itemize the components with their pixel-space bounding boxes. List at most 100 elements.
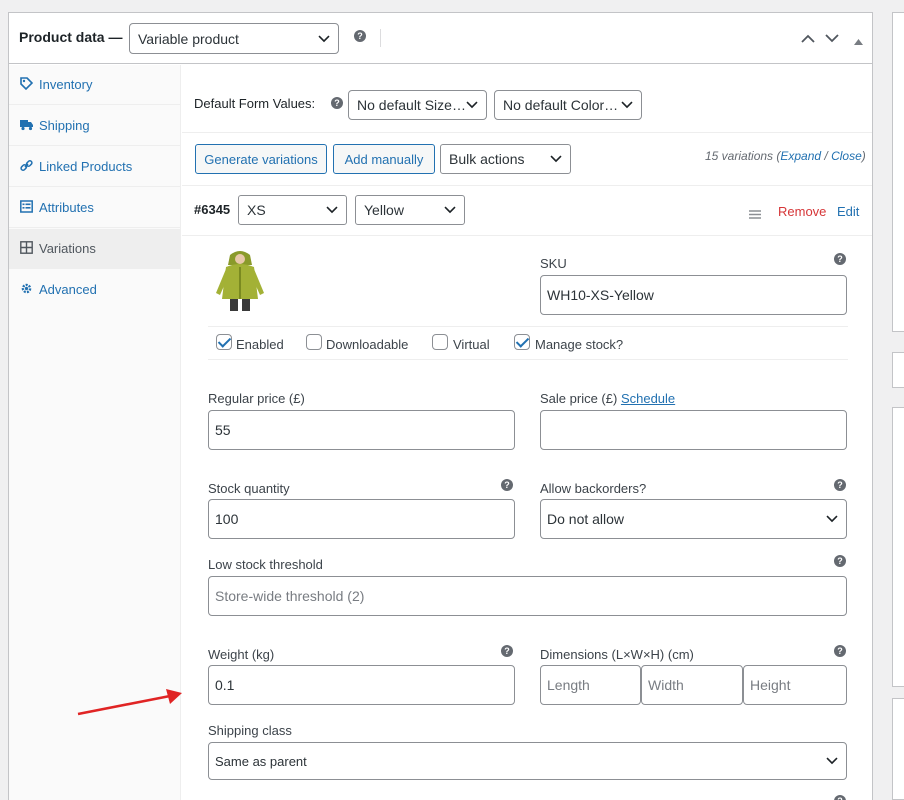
divider: [182, 235, 872, 236]
shipping-class-value: Same as parent: [215, 753, 307, 769]
variations-count: 15 variations (Expand / Close): [705, 149, 866, 163]
chevron-down-icon: [826, 757, 838, 765]
default-form-values-label: Default Form Values:: [194, 96, 316, 111]
help-icon[interactable]: ?: [834, 253, 846, 265]
chevron-down-icon: [621, 101, 633, 109]
remove-variation-link[interactable]: Remove: [778, 204, 826, 219]
tab-linked-products[interactable]: Linked Products: [9, 147, 181, 187]
help-icon[interactable]: ?: [834, 479, 846, 491]
backorders-select[interactable]: Do not allow: [540, 499, 847, 539]
help-icon[interactable]: ?: [834, 795, 846, 800]
tab-shipping[interactable]: Shipping: [9, 106, 181, 146]
low-stock-input[interactable]: Store-wide threshold (2): [208, 576, 847, 616]
schedule-link[interactable]: Schedule: [621, 391, 675, 406]
chevron-down-icon: [466, 101, 478, 109]
product-type-value: Variable product: [138, 30, 239, 47]
sale-price-input[interactable]: [540, 410, 847, 450]
product-type-select[interactable]: Variable product: [129, 23, 339, 54]
move-down-icon[interactable]: [825, 31, 839, 46]
annotation-arrow-icon: [77, 689, 182, 716]
help-icon[interactable]: ?: [501, 645, 513, 657]
product-data-panel: Product data — Variable product ? Invent…: [8, 12, 873, 800]
edit-variation-link[interactable]: Edit: [837, 204, 859, 219]
downloadable-checkbox[interactable]: [306, 334, 322, 350]
sku-label: SKU: [540, 256, 567, 271]
bulk-actions-value: Bulk actions: [449, 151, 525, 167]
stock-quantity-input[interactable]: 100: [208, 499, 515, 539]
shipping-class-label: Shipping class: [208, 723, 292, 738]
expand-link[interactable]: Expand: [780, 149, 821, 163]
tab-label: Inventory: [39, 77, 93, 92]
width-input[interactable]: Width: [641, 665, 743, 705]
regular-price-input[interactable]: 55: [208, 410, 515, 450]
weight-label: Weight (kg): [208, 647, 275, 662]
side-meta-box: [892, 352, 904, 388]
tab-advanced[interactable]: Advanced: [9, 270, 181, 310]
side-meta-box: [892, 407, 904, 687]
help-icon[interactable]: ?: [354, 30, 366, 42]
default-size-select[interactable]: No default Size…: [348, 90, 487, 120]
backorders-value: Do not allow: [547, 511, 625, 527]
variation-image[interactable]: [208, 247, 272, 313]
tab-variations[interactable]: Variations: [9, 229, 181, 269]
tab-attributes[interactable]: Attributes: [9, 188, 181, 228]
help-icon[interactable]: ?: [834, 555, 846, 567]
sale-price-label-text: Sale price (£): [540, 391, 618, 406]
separator: /: [821, 149, 832, 163]
sku-input[interactable]: WH10-XS-Yellow: [540, 275, 847, 315]
side-meta-box: [892, 698, 904, 800]
divider: [208, 359, 848, 360]
divider: [208, 326, 848, 327]
backorders-label: Allow backorders?: [540, 481, 647, 496]
tab-inventory[interactable]: Inventory: [9, 65, 181, 105]
manage-stock-checkbox[interactable]: [514, 334, 530, 350]
help-icon[interactable]: ?: [501, 479, 513, 491]
link-icon: [20, 159, 33, 172]
weight-input[interactable]: 0.1: [208, 665, 515, 705]
divider: [182, 185, 872, 186]
height-input[interactable]: Height: [743, 665, 847, 705]
sale-price-label: Sale price (£) Schedule: [540, 391, 675, 406]
side-meta-box: [892, 12, 904, 332]
product-data-header: Product data — Variable product ?: [9, 13, 872, 64]
generate-variations-button[interactable]: Generate variations: [195, 144, 327, 174]
tab-label: Shipping: [39, 118, 90, 133]
truck-icon: [20, 118, 33, 131]
close-link[interactable]: Close: [831, 149, 862, 163]
collapse-toggle-icon[interactable]: [854, 33, 863, 48]
variations-count-text: 15 variations (: [705, 149, 781, 163]
regular-price-label: Regular price (£): [208, 391, 305, 406]
variation-color-value: Yellow: [364, 202, 404, 218]
enabled-checkbox[interactable]: [216, 334, 232, 350]
panel-title: Product data —: [19, 29, 123, 45]
variation-id: #6345: [194, 202, 231, 217]
downloadable-label: Downloadable: [326, 337, 409, 352]
variation-color-select[interactable]: Yellow: [355, 195, 465, 225]
hoodie-image: [208, 247, 272, 313]
shipping-class-select[interactable]: Same as parent: [208, 742, 847, 780]
divider: [182, 132, 872, 133]
side-meta-boxes: [892, 12, 904, 800]
variation-size-select[interactable]: XS: [238, 195, 347, 225]
chevron-down-icon: [318, 34, 330, 42]
virtual-checkbox[interactable]: [432, 334, 448, 350]
stock-quantity-label: Stock quantity: [208, 481, 290, 496]
help-icon[interactable]: ?: [331, 97, 343, 109]
low-stock-label: Low stock threshold: [208, 557, 323, 572]
default-size-value: No default Size…: [357, 97, 466, 113]
tag-icon: [20, 77, 34, 91]
move-up-icon[interactable]: [801, 31, 815, 46]
divider: [380, 29, 381, 47]
help-icon[interactable]: ?: [834, 645, 846, 657]
tab-label: Linked Products: [39, 159, 133, 174]
virtual-label: Virtual: [453, 337, 490, 352]
length-input[interactable]: Length: [540, 665, 641, 705]
chevron-down-icon: [326, 206, 338, 214]
tab-label: Variations: [39, 241, 96, 256]
drag-handle-icon[interactable]: [749, 207, 761, 222]
default-color-value: No default Color…: [503, 97, 619, 113]
default-color-select[interactable]: No default Color…: [494, 90, 642, 120]
bulk-actions-select[interactable]: Bulk actions: [440, 144, 571, 174]
manage-stock-label: Manage stock?: [535, 337, 624, 352]
add-manually-button[interactable]: Add manually: [333, 144, 435, 174]
